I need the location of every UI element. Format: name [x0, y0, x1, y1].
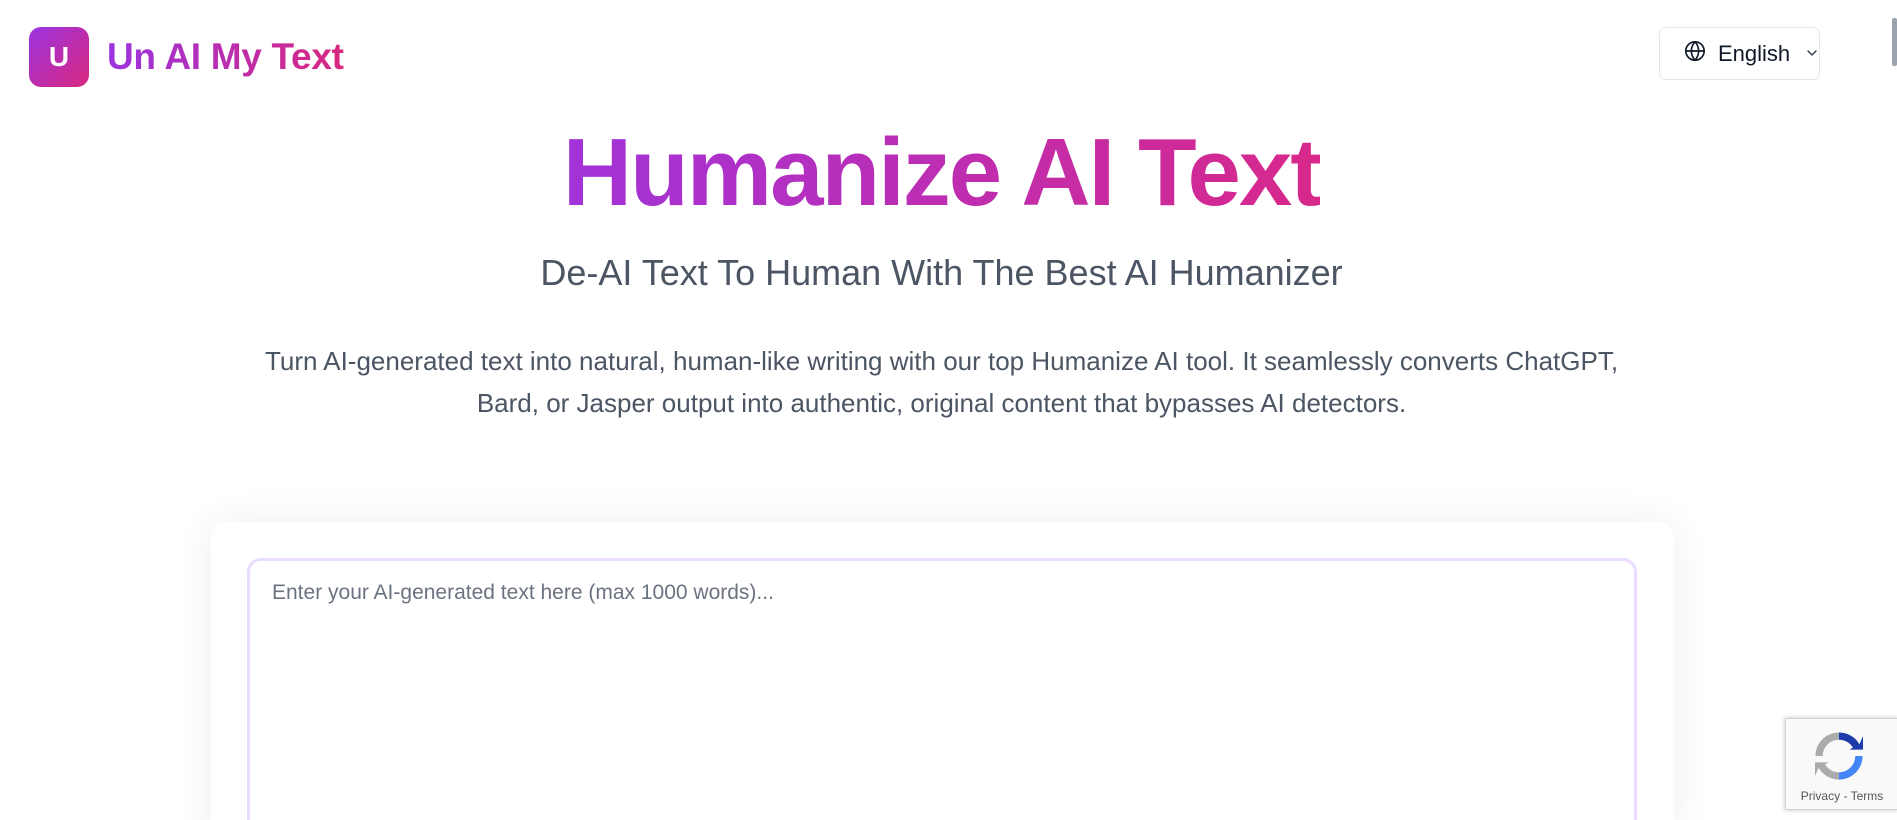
page-description: Turn AI-generated text into natural, hum… [264, 346, 1619, 418]
recaptcha-badge[interactable]: Privacy - Terms [1785, 718, 1897, 810]
recaptcha-separator: - [1840, 789, 1851, 803]
logo-letter: U [48, 41, 70, 72]
recaptcha-links: Privacy - Terms [1786, 789, 1897, 803]
page-subtitle: De-AI Text To Human With The Best AI Hum… [540, 252, 1343, 293]
recaptcha-privacy-link[interactable]: Privacy [1801, 789, 1840, 803]
language-selector[interactable]: English [1659, 27, 1820, 80]
globe-icon [1684, 40, 1706, 68]
brand-name[interactable]: Un AI My Text [107, 34, 344, 80]
scrollbar-thumb[interactable] [1892, 18, 1897, 66]
recaptcha-icon [1810, 727, 1868, 790]
chevron-down-icon [1804, 41, 1820, 67]
ai-text-input[interactable] [247, 558, 1637, 820]
page-title-text: Humanize AI Text [562, 119, 1322, 226]
language-label: English [1718, 40, 1791, 66]
logo-badge[interactable]: U [29, 27, 89, 87]
recaptcha-terms-link[interactable]: Terms [1851, 789, 1884, 803]
page-title: Humanize AI Text [0, 118, 1883, 228]
page: U Un AI My Text English Humanize AI Text… [0, 0, 1897, 820]
